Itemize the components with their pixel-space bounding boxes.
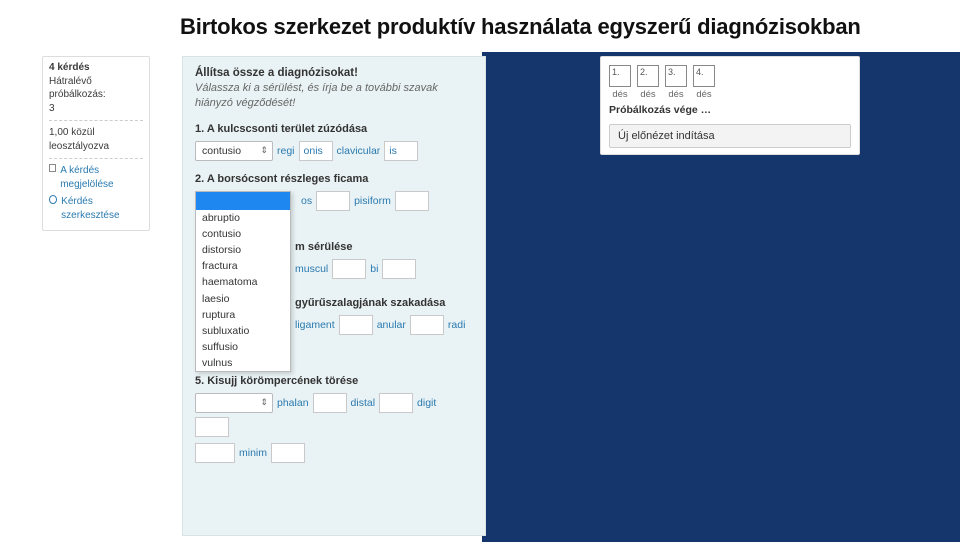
nav-slot[interactable]: 2. dés	[637, 65, 659, 100]
q1-injury-value: contusio	[202, 145, 241, 157]
gear-icon	[49, 195, 57, 204]
dropdown-option[interactable]: fractura	[196, 258, 290, 274]
nav-slot-label: dés	[640, 89, 655, 100]
q5-injury-select[interactable]: ⇕	[195, 393, 273, 413]
dropdown-option[interactable]: ruptura	[196, 307, 290, 323]
question-5: 5. Kisujj körömpercének törése ⇕ phalan …	[195, 375, 473, 463]
q5-word-4: minim	[239, 447, 267, 459]
q4-input-2[interactable]	[410, 315, 444, 335]
q2-injury-options: abruptio contusio distorsio fractura hae…	[195, 191, 291, 373]
flag-question-link[interactable]: A kérdés megjelölése	[49, 164, 143, 191]
nav-slot-box: 4.	[693, 65, 715, 87]
q5-word-1: phalan	[277, 397, 309, 409]
q3-word-2: bi	[370, 263, 378, 275]
edit-question-label: Kérdés szerkesztése	[61, 195, 143, 222]
page-title: Birtokos szerkezet produktív használata …	[180, 14, 861, 40]
q4-word-1: ligament	[295, 319, 335, 331]
q1-injury-select[interactable]: contusio ⇕	[195, 141, 273, 161]
nav-slot[interactable]: 3. dés	[665, 65, 687, 100]
chevron-down-icon: ⇕	[260, 145, 268, 156]
dropdown-option[interactable]: haematoma	[196, 274, 290, 290]
divider	[49, 120, 143, 121]
q5-word-3: digit	[417, 397, 436, 409]
q4-input-1[interactable]	[339, 315, 373, 335]
flag-icon	[49, 164, 56, 172]
dropdown-highlight[interactable]	[196, 192, 290, 210]
restart-preview-button[interactable]: Új előnézet indítása	[609, 124, 851, 148]
dropdown-option[interactable]: contusio	[196, 226, 290, 242]
q2-word-1: os	[301, 195, 312, 207]
chevron-down-icon: ⇕	[260, 397, 268, 408]
nav-slot-box: 1.	[609, 65, 631, 87]
q3-input-2[interactable]	[382, 259, 416, 279]
quiz-subheader: Válassza ki a sérülést, és írja be a tov…	[195, 81, 473, 111]
question-meta-card: 4 kérdés Hátralévő próbálkozás: 3 1,00 k…	[42, 56, 150, 231]
q5-title: 5. Kisujj körömpercének törése	[195, 375, 473, 387]
nav-slot-label: dés	[668, 89, 683, 100]
q1-input-2[interactable]: is	[384, 141, 418, 161]
q1-input-1[interactable]: onis	[299, 141, 333, 161]
q5-input-5[interactable]	[271, 443, 305, 463]
nav-slot-box: 2.	[637, 65, 659, 87]
q3-input-1[interactable]	[332, 259, 366, 279]
dropdown-option[interactable]: laesio	[196, 291, 290, 307]
dropdown-option[interactable]: suffusio	[196, 339, 290, 355]
meta-attempts-value: 3	[49, 102, 143, 116]
question-1: 1. A kulcscsonti terület zúzódása contus…	[195, 123, 473, 161]
divider	[49, 158, 143, 159]
dropdown-option[interactable]: subluxatio	[196, 323, 290, 339]
dropdown-option[interactable]: distorsio	[196, 242, 290, 258]
q2-word-2: pisiform	[354, 195, 391, 207]
nav-slot-label: dés	[612, 89, 627, 100]
edit-question-link[interactable]: Kérdés szerkesztése	[49, 195, 143, 222]
flag-question-label: A kérdés megjelölése	[60, 164, 143, 191]
q5-word-2: distal	[351, 397, 376, 409]
quiz-panel: Állítsa össze a diagnózisokat! Válassza …	[182, 56, 486, 536]
q2-input-2[interactable]	[395, 191, 429, 211]
q4-word-3: radi	[448, 319, 466, 331]
quiz-header: Állítsa össze a diagnózisokat!	[195, 67, 473, 79]
q1-title: 1. A kulcscsonti terület zúzódása	[195, 123, 473, 135]
meta-question-count: 4 kérdés	[49, 61, 143, 75]
nav-slot[interactable]: 4. dés	[693, 65, 715, 100]
question-2: 2. A borsócsont részleges ficama ⇕ abrup…	[195, 173, 473, 211]
meta-attempts-label: Hátralévő próbálkozás:	[49, 75, 143, 102]
q5-input-1[interactable]	[313, 393, 347, 413]
nav-finish-label[interactable]: Próbálkozás vége …	[609, 104, 851, 116]
dropdown-option[interactable]: vulnus	[196, 355, 290, 371]
q4-word-2: anular	[377, 319, 406, 331]
question-nav-slots: 1. dés 2. dés 3. dés 4. dés	[609, 65, 851, 100]
q2-input-1[interactable]	[316, 191, 350, 211]
dropdown-option[interactable]: abruptio	[196, 210, 290, 226]
q1-word-2: clavicular	[337, 145, 381, 157]
navigation-card: 1. dés 2. dés 3. dés 4. dés Próbálkozás …	[600, 56, 860, 155]
q5-input-2[interactable]	[379, 393, 413, 413]
q2-title: 2. A borsócsont részleges ficama	[195, 173, 473, 185]
q5-input-3[interactable]	[195, 417, 229, 437]
meta-grade: 1,00 közül leosztályozva	[49, 126, 143, 153]
nav-slot-label: dés	[696, 89, 711, 100]
q1-word-1: regi	[277, 145, 295, 157]
q3-word-1: muscul	[295, 263, 328, 275]
nav-slot[interactable]: 1. dés	[609, 65, 631, 100]
nav-slot-box: 3.	[665, 65, 687, 87]
q5-input-4[interactable]	[195, 443, 235, 463]
